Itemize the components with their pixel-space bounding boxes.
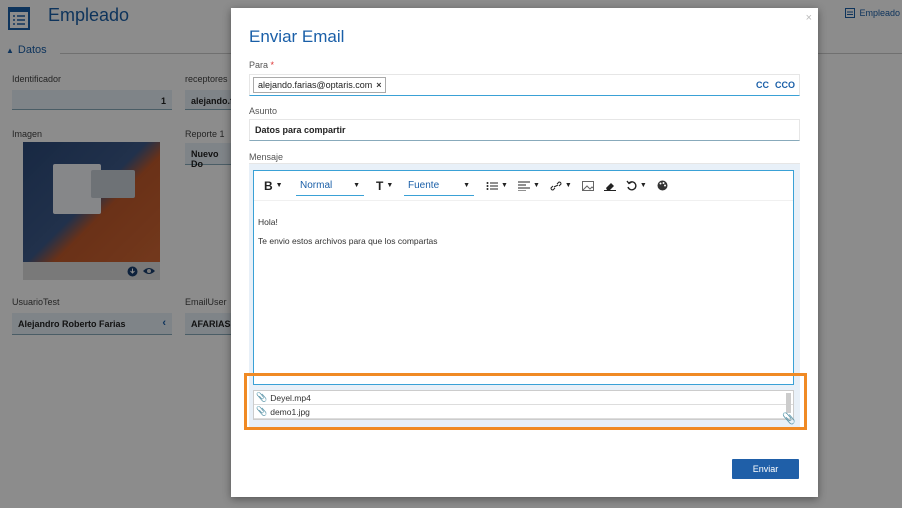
remove-recipient-icon[interactable]: × xyxy=(376,80,381,90)
attachments-highlight xyxy=(244,373,807,430)
caret-down-icon: ▼ xyxy=(639,182,647,189)
message-editor[interactable]: B ▼ Normal ▼ T ▼ Fuente ▼ ▼ ▼ ▼ ▼ Hola! … xyxy=(253,170,794,385)
recipient-email: alejando.farias@optaris.com xyxy=(258,80,373,90)
send-button[interactable]: Enviar xyxy=(732,459,799,479)
asunto-label: Asunto xyxy=(249,106,278,116)
recipient-chip: alejando.farias@optaris.com × xyxy=(253,77,387,93)
align-left-icon xyxy=(517,181,530,191)
eraser-icon xyxy=(603,182,616,191)
dialog-title: Enviar Email xyxy=(249,27,345,46)
cc-button[interactable]: CC xyxy=(756,80,769,90)
font-select[interactable]: Fuente ▼ xyxy=(404,176,474,196)
palette-icon xyxy=(657,180,668,191)
list-icon xyxy=(486,181,498,190)
required-mark: * xyxy=(270,60,275,70)
para-label: Para * xyxy=(249,60,275,70)
message-line: Hola! xyxy=(258,217,278,227)
cco-button[interactable]: CCO xyxy=(775,80,795,90)
undo-button[interactable]: ▼ xyxy=(622,176,651,196)
caret-down-icon: ▼ xyxy=(532,182,540,189)
caret-down-icon: ▼ xyxy=(353,181,360,189)
message-line: Te envio estos archivos para que los com… xyxy=(258,236,438,246)
recipients-input[interactable]: alejando.farias@optaris.com × CC CCO xyxy=(249,74,800,96)
close-icon[interactable]: × xyxy=(806,12,812,24)
undo-icon xyxy=(626,180,637,191)
color-button[interactable] xyxy=(653,176,672,196)
editor-toolbar: B ▼ Normal ▼ T ▼ Fuente ▼ ▼ ▼ ▼ ▼ xyxy=(254,171,793,201)
message-body[interactable]: Hola! Te envio estos archivos para que l… xyxy=(258,213,438,251)
align-button[interactable]: ▼ xyxy=(514,176,544,196)
list-button[interactable]: ▼ xyxy=(482,176,512,196)
caret-down-icon: ▼ xyxy=(386,182,394,189)
bold-button[interactable]: B ▼ xyxy=(260,176,294,196)
image-button[interactable] xyxy=(578,176,598,196)
text-size-button[interactable]: T ▼ xyxy=(372,176,402,196)
link-button[interactable]: ▼ xyxy=(546,176,576,196)
subject-input[interactable]: Datos para compartir xyxy=(249,119,800,141)
link-icon xyxy=(550,180,562,191)
caret-down-icon: ▼ xyxy=(463,181,470,189)
image-icon xyxy=(581,180,594,191)
clear-format-button[interactable] xyxy=(600,176,620,196)
mensaje-label: Mensaje xyxy=(249,152,284,162)
style-select[interactable]: Normal ▼ xyxy=(296,176,364,196)
caret-down-icon: ▼ xyxy=(501,182,508,189)
caret-down-icon: ▼ xyxy=(564,182,572,189)
caret-down-icon: ▼ xyxy=(275,182,283,189)
